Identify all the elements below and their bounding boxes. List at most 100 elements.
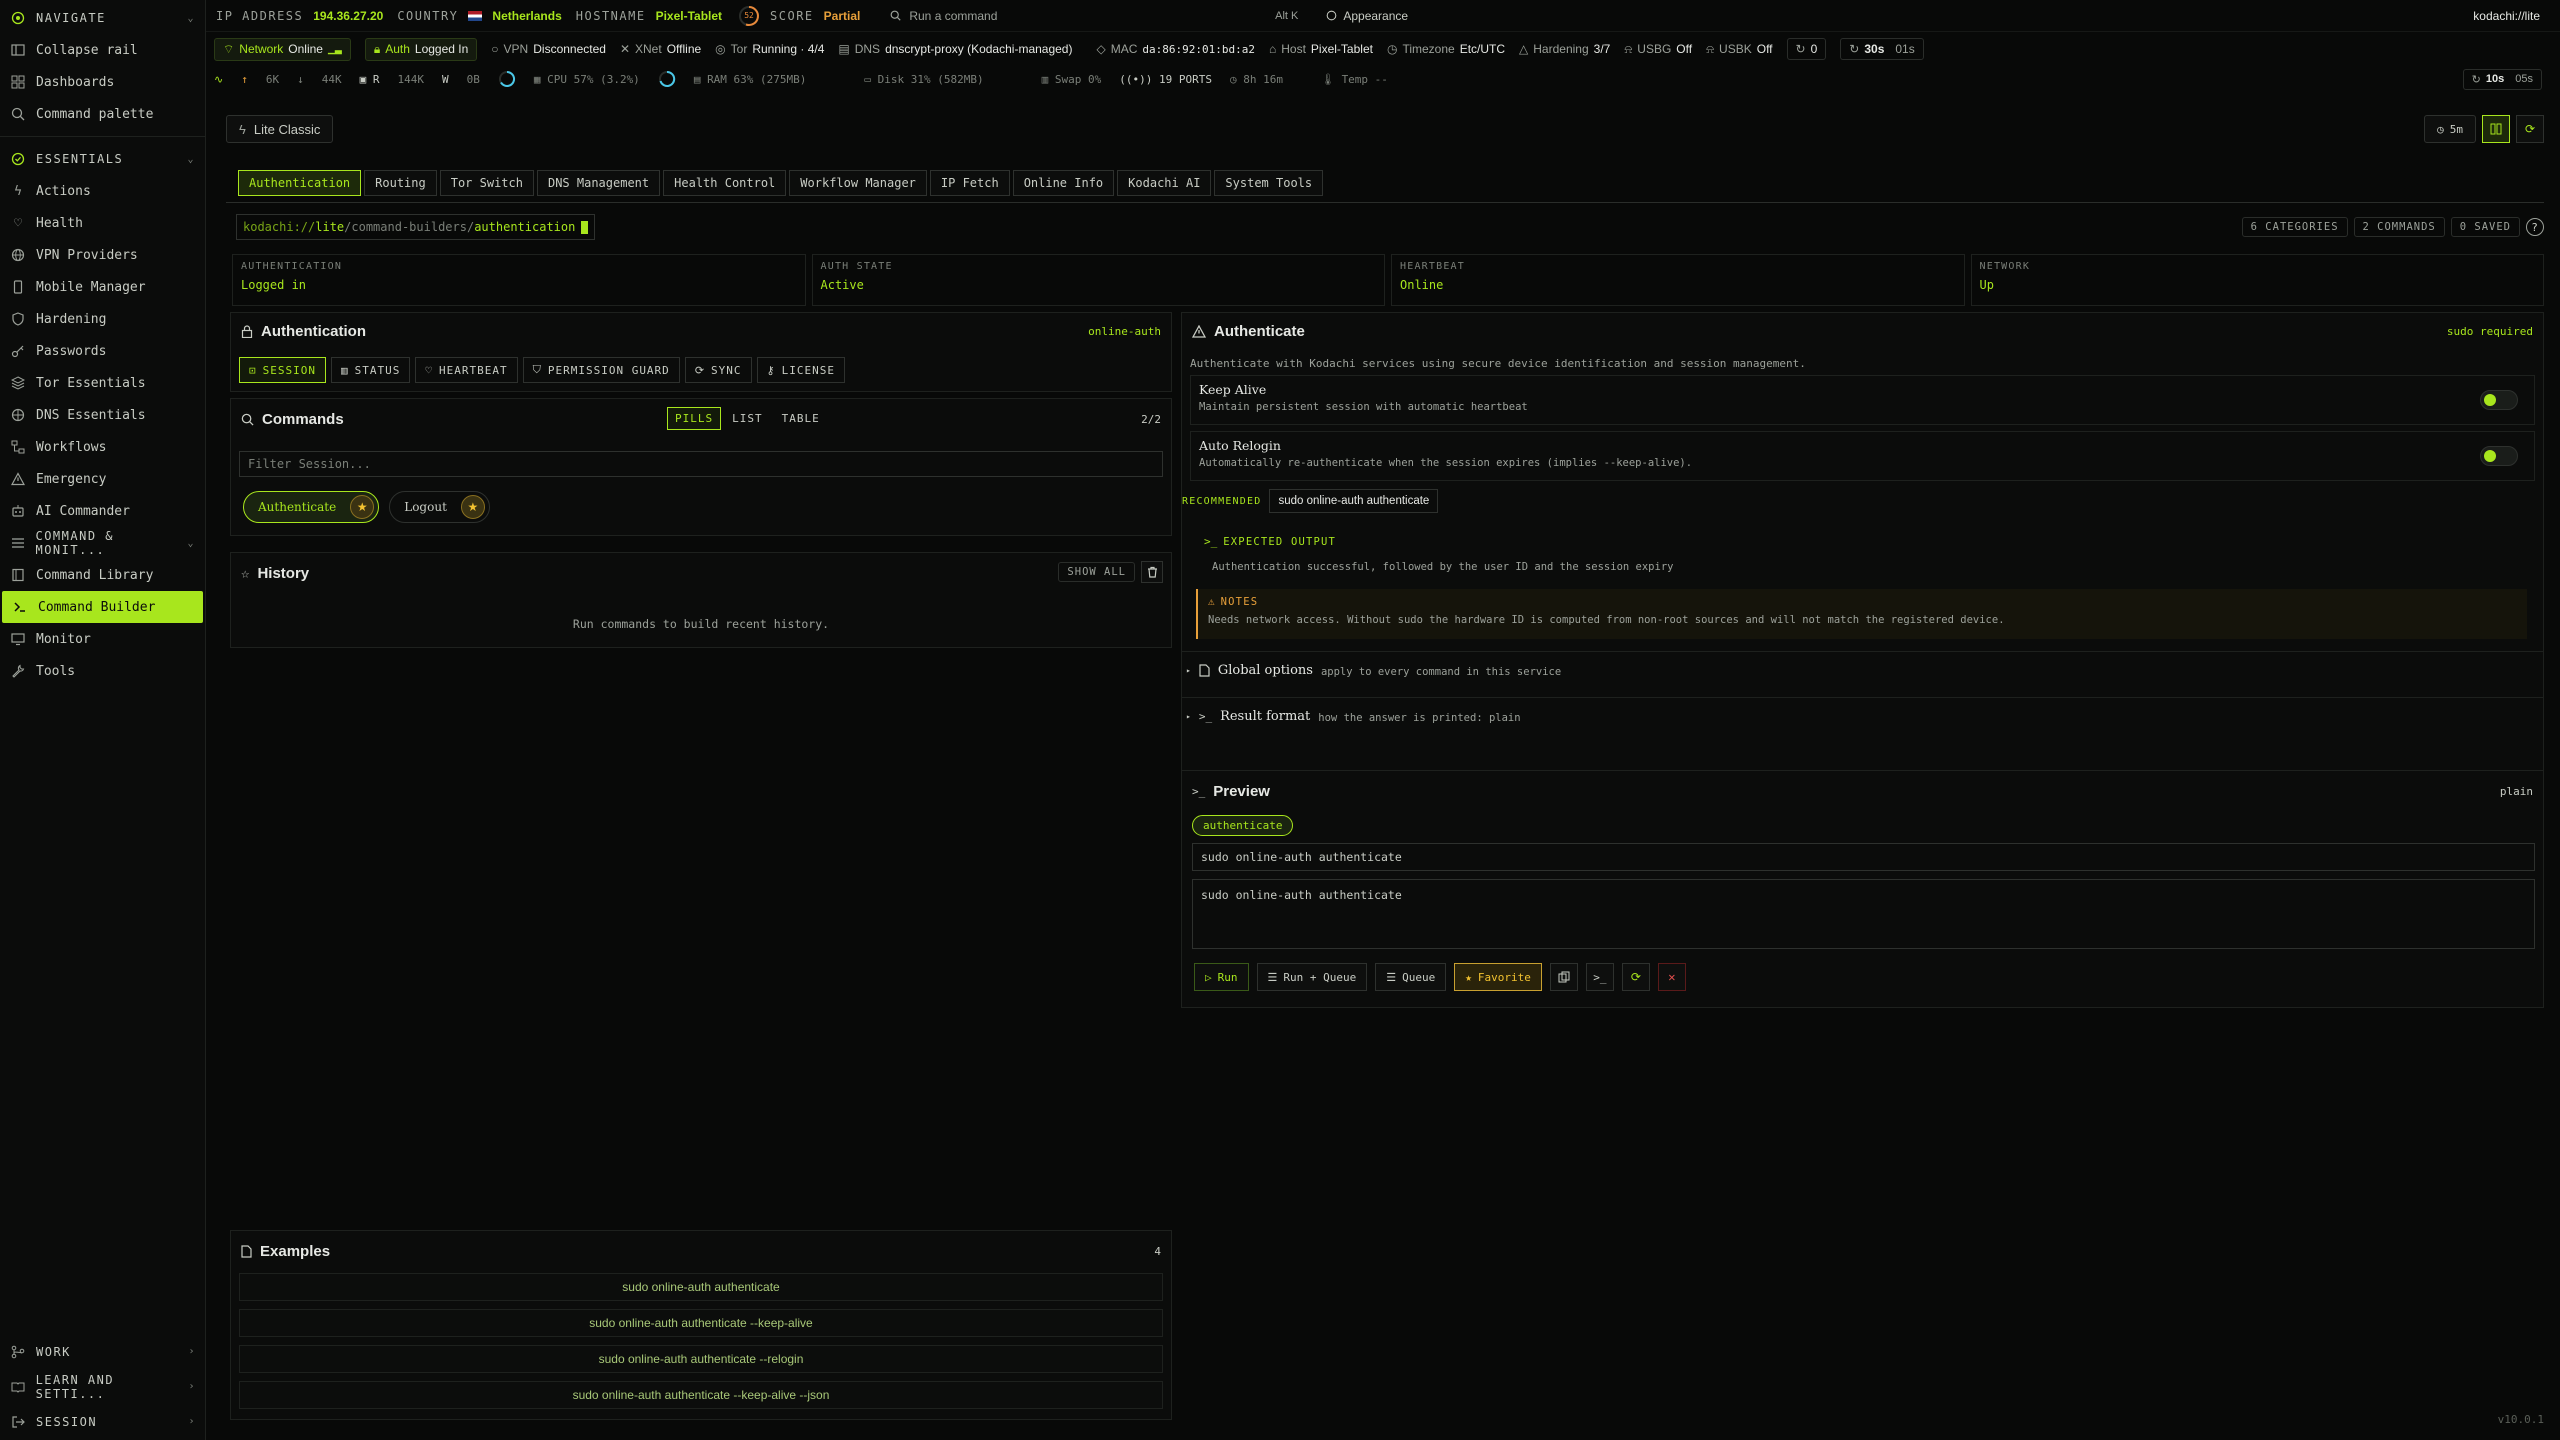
category-tab-license[interactable]: ⚷ LICENSE — [756, 357, 845, 383]
sidebar-section-work[interactable]: WORK › — [0, 1334, 206, 1369]
auto-relogin-toggle[interactable] — [2480, 446, 2518, 466]
hardening-status[interactable]: △ Hardening 3/7 — [1519, 42, 1610, 56]
auth-status[interactable]: 🔒︎ Auth Logged In — [364, 37, 478, 61]
sidebar-item-monitor[interactable]: Monitor — [0, 623, 205, 655]
global-options-toggle[interactable]: ▸ Global options apply to every command … — [1186, 663, 1561, 678]
sidebar-section-learn[interactable]: LEARN AND SETTI... › — [0, 1369, 206, 1404]
favorite-button[interactable]: ★ Favorite — [1454, 963, 1542, 991]
sidebar-item-dns-essentials[interactable]: DNS Essentials — [0, 399, 205, 431]
example-row[interactable]: sudo online-auth authenticate --keep-ali… — [239, 1309, 1163, 1337]
tab-routing[interactable]: Routing — [364, 170, 437, 196]
usbg-status[interactable]: ⍾ USBG Off — [1624, 42, 1692, 57]
tab-authentication[interactable]: Authentication — [238, 170, 362, 196]
sidebar-item-command-library[interactable]: Command Library — [0, 559, 205, 591]
sidebar-section-navigate[interactable]: NAVIGATE ⌄ — [0, 2, 205, 34]
sidebar-section-session[interactable]: SESSION › — [0, 1404, 206, 1439]
tab-tor-switch[interactable]: Tor Switch — [439, 170, 534, 196]
category-tab-sync[interactable]: ⟳ SYNC — [684, 357, 752, 383]
sidebar-item-tools[interactable]: Tools — [0, 655, 205, 687]
tab-online-info[interactable]: Online Info — [1012, 170, 1115, 196]
header-actions: ◷ 5m ⟳ — [2424, 115, 2544, 143]
help-icon[interactable]: ? — [2526, 218, 2544, 236]
category-tab-status[interactable]: ▥ STATUS — [330, 357, 411, 383]
view-pills-button[interactable]: PILLS — [667, 407, 722, 430]
example-row[interactable]: sudo online-auth authenticate --keep-ali… — [239, 1381, 1163, 1409]
xnet-status[interactable]: ✕ XNet Offline — [620, 42, 701, 56]
tab-dns-management[interactable]: DNS Management — [536, 170, 661, 196]
sidebar-item-workflows[interactable]: Workflows — [0, 431, 205, 463]
command-pill-logout[interactable]: Logout ★ — [389, 491, 490, 523]
clear-button[interactable]: ✕ — [1657, 963, 1686, 991]
refresh-button[interactable]: ⟳ — [2516, 115, 2544, 143]
view-list-button[interactable]: LIST — [724, 407, 771, 430]
timezone-status[interactable]: ◷ Timezone Etc/UTC — [1387, 42, 1505, 56]
sidebar-item-actions[interactable]: ϟ Actions — [0, 175, 205, 207]
ip-value[interactable]: 194.36.27.20 — [313, 9, 383, 23]
sidebar-item-label: Tor Essentials — [36, 375, 146, 391]
usbk-status[interactable]: ⍾ USBK Off — [1706, 42, 1772, 57]
tab-system-tools[interactable]: System Tools — [1214, 170, 1324, 196]
example-row[interactable]: sudo online-auth authenticate --relogin — [239, 1345, 1163, 1373]
vpn-status[interactable]: ○ VPN Disconnected — [491, 42, 606, 56]
alerts-button[interactable]: ↻ 0 — [1786, 38, 1827, 60]
result-format-toggle[interactable]: ▸ >_ Result format how the answer is pri… — [1186, 709, 1521, 724]
network-status[interactable]: ⌔ Network Online ▁▃ — [214, 37, 351, 61]
sidebar-item-hardening[interactable]: Hardening — [0, 303, 205, 335]
reset-button[interactable]: ⟳ — [1621, 963, 1650, 991]
category-tab-permission-guard[interactable]: ⛉ PERMISSION GUARD — [522, 357, 680, 383]
command-pill-authenticate[interactable]: Authenticate ★ — [243, 491, 380, 523]
queue-button[interactable]: ☰ Queue — [1375, 963, 1447, 991]
sidebar-item-label: Command Builder — [38, 599, 156, 615]
metrics-refresh-interval[interactable]: ↻ 10s 05s — [2462, 68, 2542, 90]
sidebar-item-health[interactable]: ♡ Health — [0, 207, 205, 239]
sidebar-item-tor-essentials[interactable]: Tor Essentials — [0, 367, 205, 399]
star-icon[interactable]: ★ — [350, 495, 375, 519]
sidebar-item-dashboards[interactable]: Dashboards — [0, 66, 205, 98]
tab-kodachi-ai[interactable]: Kodachi AI — [1117, 170, 1212, 196]
sidebar-item-emergency[interactable]: Emergency — [0, 463, 205, 495]
timer-button[interactable]: ◷ 5m — [2424, 115, 2476, 143]
sidebar-item-passwords[interactable]: Passwords — [0, 335, 205, 367]
sidebar-item-ai-commander[interactable]: AI Commander — [0, 495, 205, 527]
sidebar-item-command-palette[interactable]: Command palette — [0, 98, 205, 130]
category-tab-session[interactable]: ⊡ SESSION — [239, 357, 326, 383]
command-preview[interactable]: sudo online-auth authenticate — [1192, 843, 2535, 871]
tab-health-control[interactable]: Health Control — [663, 170, 787, 196]
example-row[interactable]: sudo online-auth authenticate — [239, 1273, 1163, 1301]
show-all-button[interactable]: SHOW ALL — [1058, 562, 1135, 582]
appearance-button[interactable]: Appearance — [1326, 9, 1408, 23]
sidebar-item-vpn-providers[interactable]: VPN Providers — [0, 239, 205, 271]
tor-status[interactable]: ◎ Tor Running · 4/4 — [715, 42, 824, 56]
sidebar-item-collapse-rail[interactable]: Collapse rail — [0, 34, 205, 66]
filter-input[interactable]: Filter Session... — [239, 451, 1163, 477]
sidebar-section-essentials[interactable]: ESSENTIALS ⌄ — [0, 143, 205, 175]
search-input[interactable]: Run a command — [909, 9, 997, 23]
uptime-value: 8h 16m — [1243, 72, 1283, 86]
score-ring: 52 — [738, 5, 760, 27]
subcommand-chip[interactable]: authenticate — [1192, 815, 1294, 836]
trash-icon[interactable] — [1141, 561, 1163, 583]
layout-toggle-button[interactable] — [2482, 115, 2510, 143]
category-tab-heartbeat[interactable]: ♡ HEARTBEAT — [415, 357, 518, 383]
run-button[interactable]: ▷ Run — [1194, 963, 1249, 991]
command-textarea[interactable]: sudo online-auth authenticate — [1192, 879, 2535, 949]
sidebar-item-mobile-manager[interactable]: Mobile Manager — [0, 271, 205, 303]
dns-status[interactable]: ▤ DNS dnscrypt-proxy (Kodachi-managed) — [838, 42, 1072, 56]
sidebar-item-command-builder[interactable]: Command Builder — [2, 591, 203, 623]
tab-workflow-manager[interactable]: Workflow Manager — [789, 170, 927, 196]
tab-ip-fetch[interactable]: IP Fetch — [929, 170, 1010, 196]
copy-button[interactable] — [1549, 963, 1578, 991]
refresh-interval[interactable]: ↻ 30s 01s — [1840, 38, 1924, 60]
recommended-command[interactable]: sudo online-auth authenticate — [1269, 489, 1439, 513]
keep-alive-toggle[interactable] — [2480, 390, 2518, 410]
star-icon[interactable]: ★ — [460, 495, 485, 519]
run-queue-button[interactable]: ☰ Run + Queue — [1256, 963, 1368, 991]
terminal-button[interactable]: >_ — [1585, 963, 1614, 991]
command-search[interactable]: Run a command Alt K — [884, 5, 1304, 27]
view-table-button[interactable]: TABLE — [774, 407, 828, 430]
host-status[interactable]: ⌂ Host Pixel-Tablet — [1269, 42, 1373, 56]
mac-status[interactable]: ◇ MAC da:86:92:01:bd:a2 — [1096, 42, 1255, 56]
sidebar-section-command[interactable]: COMMAND & MONIT... ⌄ — [0, 527, 205, 559]
theme-button[interactable]: ϟ Lite Classic — [226, 115, 334, 143]
breadcrumb[interactable]: kodachi:// lite /command-builders/ authe… — [236, 214, 596, 240]
